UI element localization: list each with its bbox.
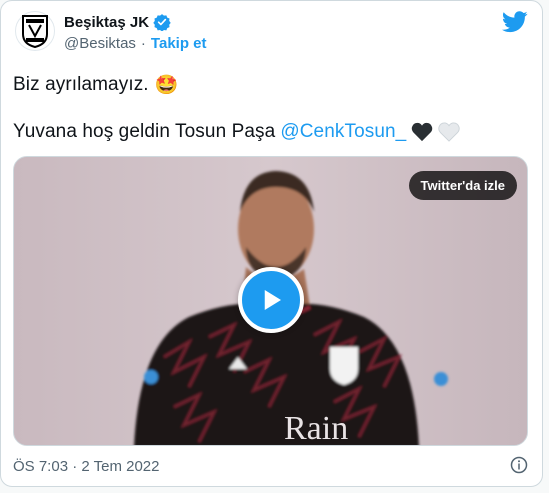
author-display-name[interactable]: Beşiktaş JK xyxy=(64,14,149,31)
star-struck-emoji-icon: 🤩 xyxy=(154,75,179,96)
white-heart-icon xyxy=(438,122,461,142)
black-heart-icon xyxy=(412,122,433,142)
author-avatar[interactable] xyxy=(15,11,55,51)
tweet-text-line-1: Biz ayrılamayız. 🤩 xyxy=(13,73,178,97)
mention-link[interactable]: @CenkTosun_ xyxy=(280,121,406,143)
watch-on-twitter-button[interactable]: Twitter'da izle xyxy=(408,171,517,200)
info-icon[interactable] xyxy=(510,456,528,479)
twitter-bird-icon[interactable] xyxy=(502,11,528,38)
video-player[interactable]: Rain Twitter'da izle xyxy=(13,156,528,446)
verified-badge-icon xyxy=(153,14,171,31)
tweet-text: Yuvana hoş geldin Tosun Paşa xyxy=(13,121,276,142)
tweet-text-line-2: Yuvana hoş geldin Tosun Paşa @CenkTosun_ xyxy=(13,121,461,143)
follow-link[interactable]: Takip et xyxy=(151,35,207,52)
author-name-row[interactable]: Beşiktaş JK xyxy=(64,13,171,31)
besiktas-crest-icon xyxy=(22,15,48,48)
separator-dot: · xyxy=(140,35,146,52)
play-button[interactable] xyxy=(238,267,304,333)
play-icon xyxy=(264,290,281,310)
jersey-sponsor-text: Rain xyxy=(284,410,348,446)
author-handle-row: @Besiktas · Takip et xyxy=(64,35,207,52)
author-handle[interactable]: @Besiktas xyxy=(64,35,136,52)
tweet-card: Beşiktaş JK @Besiktas · Takip et Biz ayr… xyxy=(0,0,543,487)
tweet-text: Biz ayrılamayız. xyxy=(13,74,149,95)
tweet-timestamp[interactable]: ÖS 7:03 · 2 Tem 2022 xyxy=(13,458,159,475)
